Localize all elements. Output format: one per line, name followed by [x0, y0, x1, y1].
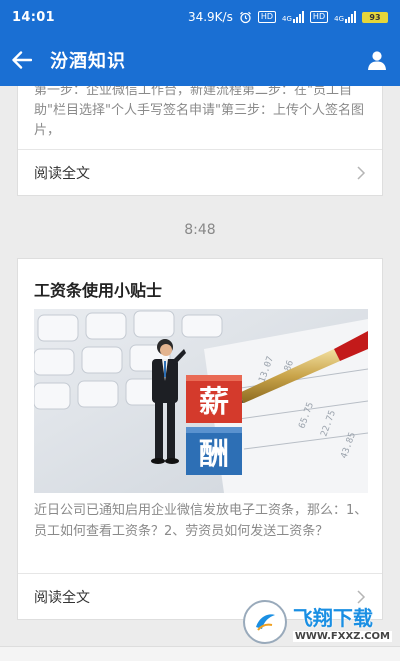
network-speed: 34.9K/s [187, 10, 233, 24]
article-title: 工资条使用小贴士 [34, 281, 163, 300]
message-timestamp: 8:48 [184, 222, 216, 238]
battery-icon: 93 [362, 11, 388, 23]
profile-button[interactable] [354, 34, 400, 86]
article-excerpt: 第一步：企业微信工作台，新建流程第二步：在"员工自助"栏目选择"个人手写签名申请… [34, 86, 364, 138]
app-bar: 汾酒知识 [0, 34, 400, 86]
status-icons: 34.9K/s HD 4G HD 4G 93 [188, 10, 388, 24]
image-char: 酬 [199, 437, 229, 472]
user-icon [368, 51, 386, 70]
watermark-logo-icon [242, 600, 287, 644]
article-card[interactable]: 工资条使用小贴士 13.07 65.75 22.75 43.85 薪 酬 近日公… [17, 258, 383, 620]
chevron-right-icon [357, 166, 366, 180]
article-cover-image: 13.07 77.86 65.75 22.75 43.85 薪 [34, 309, 368, 493]
image-char: 薪 [199, 385, 229, 420]
page-title: 汾酒知识 [50, 51, 126, 72]
alarm-icon [239, 11, 251, 23]
hd-icon-2: HD [309, 11, 329, 23]
watermark-url: WWW.FXXZ.COM [292, 631, 392, 642]
read-full-label: 阅读全文 [34, 166, 90, 182]
status-time: 14:01 [12, 9, 55, 25]
site-watermark: 飞翔下载 WWW.FXXZ.COM [242, 600, 392, 644]
status-bar: 14:01 34.9K/s HD 4G HD 4G 93 [0, 0, 400, 34]
message-list[interactable]: 第一步：企业微信工作台，新建流程第二步：在"员工自助"栏目选择"个人手写签名申请… [0, 86, 400, 660]
signal-icon-2: 4G [334, 11, 356, 23]
read-full-link[interactable]: 阅读全文 [18, 150, 382, 196]
hd-icon: HD [257, 11, 277, 23]
article-card[interactable]: 第一步：企业微信工作台，新建流程第二步：在"员工自助"栏目选择"个人手写签名申请… [17, 86, 383, 196]
bottom-input-bar[interactable] [0, 646, 400, 661]
signal-icon: 4G [282, 11, 304, 23]
watermark-brand: 飞翔下载 [292, 606, 373, 630]
article-excerpt: 近日公司已通知启用企业微信发放电子工资条，那么：1、员工如何查看工资条？2、劳资… [34, 503, 368, 539]
back-button[interactable] [0, 34, 44, 86]
back-arrow-icon [12, 51, 32, 69]
